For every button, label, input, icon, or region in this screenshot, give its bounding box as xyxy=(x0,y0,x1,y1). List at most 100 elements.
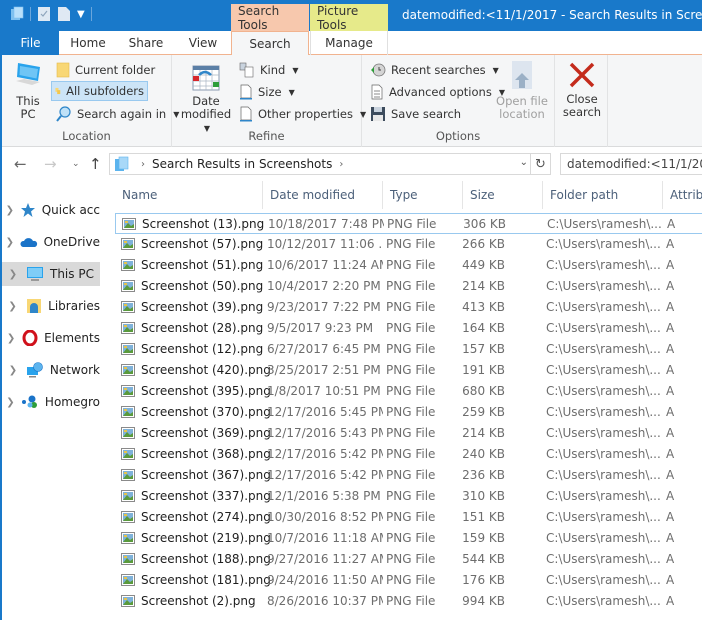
tab-file[interactable]: File xyxy=(2,31,59,55)
size-button[interactable]: Size ▼ xyxy=(236,82,298,102)
file-type: PNG File xyxy=(386,258,436,272)
breadcrumb-chevron[interactable]: › xyxy=(141,159,145,170)
save-search-button[interactable]: Save search xyxy=(367,104,464,124)
file-row[interactable]: Screenshot (395).png 1/8/2017 10:51 PM PNG… xyxy=(115,381,702,402)
recent-searches-icon xyxy=(371,63,386,77)
file-attr: A xyxy=(666,258,675,272)
nav-item-this-pc[interactable]: ❯ This PC xyxy=(2,262,100,286)
new-folder-icon[interactable] xyxy=(57,6,71,22)
tab-manage[interactable]: Manage xyxy=(310,31,388,55)
open-file-location-label: Open file location xyxy=(496,94,548,121)
kind-button[interactable]: Kind ▼ xyxy=(236,60,301,80)
file-row[interactable]: Screenshot (369).png 12/17/2016 5:43 PM PN… xyxy=(115,423,702,444)
expand-chevron-icon[interactable]: ❯ xyxy=(4,397,17,408)
current-folder-button[interactable]: Current folder xyxy=(53,60,158,80)
column-header-size[interactable]: Size xyxy=(463,181,543,209)
file-folder: C:\Users\ramesh\... xyxy=(546,552,661,566)
nav-item-libraries[interactable]: ❯ Libraries xyxy=(2,294,100,318)
file-row[interactable]: Screenshot (181).png 9/24/2016 11:50 AM PN… xyxy=(115,570,702,591)
address-dropdown[interactable]: ⌄ xyxy=(520,157,528,168)
date-modified-button[interactable]: Date modified ▼ xyxy=(176,65,236,135)
address-bar[interactable]: › Search Results in Screenshots › ⌄ ↻ xyxy=(109,153,551,175)
column-header-attributes[interactable]: Attribu xyxy=(663,181,702,209)
file-row[interactable]: Screenshot (2).png 8/26/2016 10:37 PM PNG … xyxy=(115,591,702,612)
nav-label: Homegro xyxy=(44,395,100,409)
expand-chevron-icon[interactable]: ❯ xyxy=(4,301,21,312)
up-button[interactable]: ↑ xyxy=(89,155,102,173)
file-row[interactable]: Screenshot (420).png 3/25/2017 2:51 PM PNG… xyxy=(115,360,702,381)
close-search-button[interactable]: Close search xyxy=(559,61,605,119)
file-row[interactable]: Screenshot (368).png 12/17/2016 5:42 PM PN… xyxy=(115,444,702,465)
search-input[interactable]: datemodified:<11/1/2017 xyxy=(560,153,702,175)
nav-item-homegroup[interactable]: ❯ Homegro xyxy=(2,390,100,414)
nav-item-onedrive[interactable]: ❯ OneDrive xyxy=(2,230,100,254)
nav-item-quick-access[interactable]: ❯ Quick acc xyxy=(2,198,100,222)
breadcrumb-search-results[interactable]: Search Results in Screenshots xyxy=(152,157,332,171)
nav-label: Elements xyxy=(44,331,100,345)
cloud-icon xyxy=(20,234,38,250)
file-size: 544 KB xyxy=(462,552,505,566)
file-folder: C:\Users\ramesh\... xyxy=(546,531,661,545)
save-icon xyxy=(371,107,385,121)
file-name: Screenshot (12).png xyxy=(141,342,264,356)
file-row[interactable]: Screenshot (51).png 10/6/2017 11:24 AM PNG… xyxy=(115,255,702,276)
tab-share[interactable]: Share xyxy=(117,31,175,55)
file-row[interactable]: Screenshot (13).png 10/18/2017 7:48 PM PNG… xyxy=(115,213,702,234)
tab-home[interactable]: Home xyxy=(59,31,117,55)
other-properties-button[interactable]: Other properties ▼ xyxy=(236,104,369,124)
file-folder: C:\Users\ramesh\... xyxy=(546,258,661,272)
recent-searches-button[interactable]: Recent searches ▼ xyxy=(367,60,502,80)
advanced-options-button[interactable]: Advanced options ▼ xyxy=(367,82,508,102)
file-attr: A xyxy=(666,510,675,524)
file-row[interactable]: Screenshot (370).png 12/17/2016 5:45 PM PN… xyxy=(115,402,702,423)
column-header-date-modified[interactable]: Date modified xyxy=(263,181,383,209)
tab-search[interactable]: Search xyxy=(231,31,309,56)
file-row[interactable]: Screenshot (188).png 9/27/2016 11:27 AM PN… xyxy=(115,549,702,570)
properties-icon[interactable] xyxy=(37,6,51,22)
all-subfolders-button[interactable]: All subfolders xyxy=(51,81,148,101)
expand-chevron-icon[interactable]: ❯ xyxy=(4,237,16,248)
customize-qat-dropdown[interactable]: ▼ xyxy=(77,9,85,20)
advanced-options-icon xyxy=(371,84,383,100)
column-header-name[interactable]: Name xyxy=(115,181,263,209)
search-again-in-button[interactable]: Search again in ▼ xyxy=(53,104,182,124)
recent-locations-dropdown[interactable]: ⌄ xyxy=(72,159,80,169)
file-name: Screenshot (368).png xyxy=(141,447,271,461)
open-file-location-button[interactable]: Open file location xyxy=(492,59,552,121)
file-type: PNG File xyxy=(386,279,436,293)
open-file-location-icon xyxy=(512,61,532,89)
expand-chevron-icon[interactable]: ❯ xyxy=(4,269,22,280)
back-button[interactable]: ← xyxy=(14,155,27,173)
expand-chevron-icon[interactable]: ❯ xyxy=(4,365,22,376)
file-name: Screenshot (274).png xyxy=(141,510,271,524)
file-row[interactable]: Screenshot (39).png 9/23/2017 7:22 PM PNG … xyxy=(115,297,702,318)
column-header-type[interactable]: Type xyxy=(383,181,463,209)
search-results-icon xyxy=(115,156,129,171)
file-row[interactable]: Screenshot (12).png 6/27/2017 6:45 PM PNG … xyxy=(115,339,702,360)
forward-button[interactable]: → xyxy=(44,155,57,173)
column-header-folder-path[interactable]: Folder path xyxy=(543,181,663,209)
nav-item-elements[interactable]: ❯ Elements xyxy=(2,326,100,350)
this-pc-button[interactable]: This PC xyxy=(8,59,48,121)
file-row[interactable]: Screenshot (219).png 10/7/2016 11:18 AM PN… xyxy=(115,528,702,549)
file-row[interactable]: Screenshot (367).png 12/17/2016 5:42 PM PN… xyxy=(115,465,702,486)
file-type: PNG File xyxy=(386,321,436,335)
nav-item-network[interactable]: ❯ Network xyxy=(2,358,100,382)
tab-view[interactable]: View xyxy=(175,31,231,55)
file-folder: C:\Users\ramesh\... xyxy=(546,405,661,419)
refresh-button[interactable]: ↻ xyxy=(530,154,550,174)
file-size: 157 KB xyxy=(462,342,505,356)
file-row[interactable]: Screenshot (28).png 9/5/2017 9:23 PM PNG F… xyxy=(115,318,702,339)
breadcrumb-chevron[interactable]: › xyxy=(339,159,343,170)
window-title: datemodified:<11/1/2017 - Search Results… xyxy=(402,8,702,22)
file-size: 310 KB xyxy=(462,489,505,503)
expand-chevron-icon[interactable]: ❯ xyxy=(4,205,16,216)
expand-chevron-icon[interactable]: ❯ xyxy=(4,333,18,344)
file-row[interactable]: Screenshot (50).png 10/4/2017 2:20 PM PNG … xyxy=(115,276,702,297)
file-row[interactable]: Screenshot (337).png 12/1/2016 5:38 PM PNG… xyxy=(115,486,702,507)
separator xyxy=(30,7,31,21)
file-row[interactable]: Screenshot (274).png 10/30/2016 8:52 PM PN… xyxy=(115,507,702,528)
file-row[interactable]: Screenshot (57).png 10/12/2017 11:06 ... P… xyxy=(115,234,702,255)
file-folder: C:\Users\ramesh\... xyxy=(546,279,661,293)
current-folder-label: Current folder xyxy=(75,63,156,77)
